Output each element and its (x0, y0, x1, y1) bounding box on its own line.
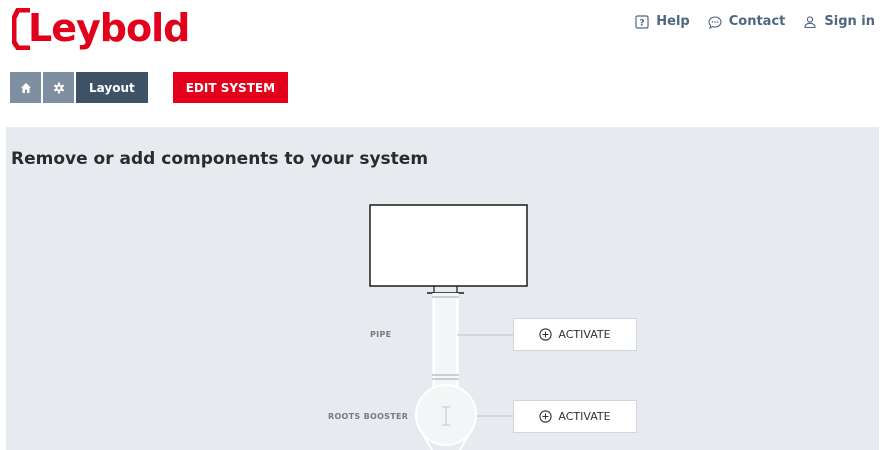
pipe-component (432, 293, 459, 389)
logo-wordmark: Leybold (28, 6, 190, 50)
home-icon (20, 82, 31, 93)
settings-button[interactable] (43, 72, 74, 103)
roots-booster-component (415, 384, 477, 450)
plus-circle-icon (539, 328, 553, 341)
svg-text:?: ? (640, 18, 645, 28)
user-icon (804, 15, 816, 28)
layout-button[interactable]: Layout (76, 72, 148, 103)
leybold-logo[interactable]: Leybold (12, 4, 190, 50)
roots-booster-label: ROOTS BOOSTER (328, 412, 409, 421)
activate-pipe-button[interactable]: ACTIVATE (513, 318, 637, 351)
sign-in-label: Sign in (824, 14, 875, 29)
home-button[interactable] (10, 72, 41, 103)
help-link[interactable]: ? Help (635, 14, 690, 29)
plus-circle-icon (539, 410, 553, 423)
chat-icon (708, 15, 722, 29)
system-diagram (369, 204, 528, 450)
help-icon: ? (635, 14, 649, 29)
help-label: Help (656, 14, 690, 29)
sign-in-link[interactable]: Sign in (803, 14, 875, 29)
activate-pipe-label: ACTIVATE (558, 328, 611, 341)
activate-roots-booster-button[interactable]: ACTIVATE (513, 400, 637, 433)
pipe-label: PIPE (370, 330, 392, 339)
system-editor-panel: Remove or add components to your system … (6, 127, 879, 450)
vacuum-chamber (369, 204, 528, 287)
toolbar: Layout EDIT SYSTEM (10, 72, 289, 103)
edit-system-button[interactable]: EDIT SYSTEM (172, 72, 289, 103)
contact-link[interactable]: Contact (708, 14, 786, 29)
top-navigation: ? Help Contact Sign in (635, 14, 875, 29)
gear-icon (53, 82, 64, 93)
activate-roots-booster-label: ACTIVATE (558, 410, 611, 423)
contact-label: Contact (728, 14, 786, 29)
